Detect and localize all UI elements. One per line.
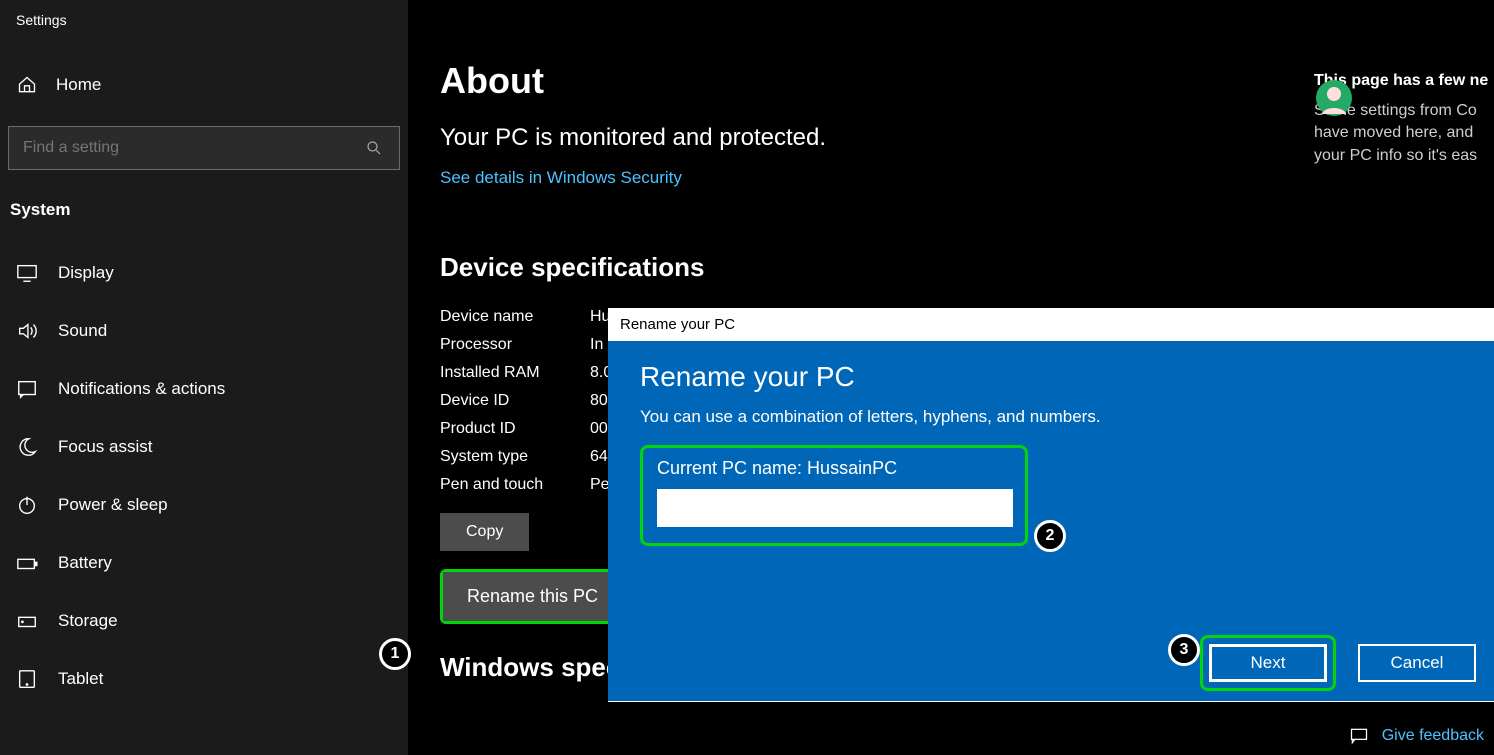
annotation-step-2: 2: [1034, 520, 1066, 552]
nav-storage[interactable]: Storage: [8, 592, 400, 650]
nav-label: Sound: [58, 321, 107, 341]
nav-label: Notifications & actions: [58, 379, 225, 399]
spec-value: Pe: [590, 476, 610, 494]
battery-icon: [16, 552, 38, 574]
dialog-window-title: Rename your PC: [608, 308, 1494, 341]
nav-label: Focus assist: [58, 437, 152, 457]
nav-label: Battery: [58, 553, 112, 573]
nav-sound[interactable]: Sound: [8, 302, 400, 360]
device-spec-heading: Device specifications: [440, 252, 1494, 283]
nav-home[interactable]: Home: [8, 68, 400, 102]
spec-label: System type: [440, 448, 590, 466]
copy-button[interactable]: Copy: [440, 513, 529, 551]
moon-icon: [16, 436, 38, 458]
nav-label: Power & sleep: [58, 495, 168, 515]
cancel-button[interactable]: Cancel: [1358, 644, 1476, 682]
nav-label: Storage: [58, 611, 118, 631]
next-button[interactable]: Next: [1209, 644, 1327, 682]
tablet-icon: [16, 668, 38, 690]
nav-focus-assist[interactable]: Focus assist: [8, 418, 400, 476]
rename-pc-dialog: Rename your PC Rename your PC You can us…: [608, 308, 1494, 702]
nav-home-label: Home: [56, 75, 101, 95]
notifications-icon: [16, 378, 38, 400]
dialog-subtext: You can use a combination of letters, hy…: [640, 407, 1462, 427]
nav-battery[interactable]: Battery: [8, 534, 400, 592]
spec-value: 80: [590, 392, 608, 410]
security-link[interactable]: See details in Windows Security: [440, 168, 682, 188]
rename-pc-button[interactable]: Rename this PC: [443, 572, 622, 621]
dialog-heading: Rename your PC: [640, 361, 1462, 393]
nav-power-sleep[interactable]: Power & sleep: [8, 476, 400, 534]
current-pc-name-label: Current PC name: HussainPC: [657, 458, 1011, 479]
annotation-step-1: 1: [379, 638, 411, 670]
rename-input-highlight: Current PC name: HussainPC: [640, 445, 1028, 546]
spec-label: Pen and touch: [440, 476, 590, 494]
give-feedback-link[interactable]: Give feedback: [1382, 727, 1484, 745]
search-input[interactable]: [8, 126, 400, 170]
pc-name-input[interactable]: [657, 489, 1013, 527]
section-system: System: [8, 194, 400, 244]
spec-value: 64: [590, 448, 608, 466]
nav-notifications[interactable]: Notifications & actions: [8, 360, 400, 418]
nav-label: Tablet: [58, 669, 103, 689]
feedback-area: Give feedback: [1348, 725, 1484, 747]
spec-label: Processor: [440, 336, 590, 354]
spec-value: 00: [590, 420, 608, 438]
spec-label: Installed RAM: [440, 364, 590, 382]
search-field[interactable]: [23, 139, 331, 157]
home-icon: [16, 74, 38, 96]
sound-icon: [16, 320, 38, 342]
spec-label: Device name: [440, 308, 590, 326]
spec-label: Device ID: [440, 392, 590, 410]
app-title: Settings: [8, 12, 400, 28]
dialog-buttons: Next Cancel: [1200, 635, 1476, 691]
feedback-icon: [1348, 725, 1370, 747]
search-icon: [363, 137, 385, 159]
display-icon: [16, 262, 38, 284]
settings-sidebar: Settings Home System Display Sound Notif…: [0, 0, 408, 755]
storage-icon: [16, 610, 38, 632]
spec-value: In: [590, 336, 603, 354]
annotation-step-3: 3: [1168, 634, 1200, 666]
next-highlight: Next: [1200, 635, 1336, 691]
nav-display[interactable]: Display: [8, 244, 400, 302]
nav-label: Display: [58, 263, 114, 283]
power-icon: [16, 494, 38, 516]
avatar-image: [1314, 78, 1354, 118]
rename-highlight: Rename this PC: [440, 569, 625, 624]
spec-label: Product ID: [440, 420, 590, 438]
nav-tablet[interactable]: Tablet: [8, 650, 400, 708]
